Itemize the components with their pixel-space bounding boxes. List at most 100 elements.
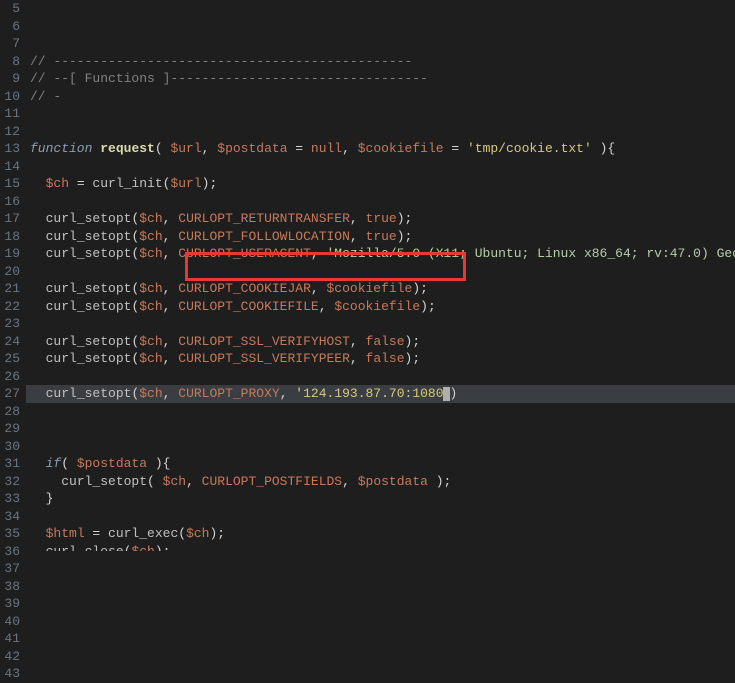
token-punct: , (350, 351, 366, 366)
token-builtin: curl_exec (108, 526, 178, 541)
line-number: 43 (4, 665, 20, 683)
token-punct (30, 351, 46, 366)
code-line[interactable]: $html = curl_exec($ch); (26, 525, 735, 543)
token-punct: ); (428, 474, 451, 489)
code-line[interactable]: if( $postdata ){ (26, 455, 735, 473)
token-keyword: if (46, 456, 62, 471)
token-punct: ( (155, 141, 171, 156)
token-punct: ){ (592, 141, 615, 156)
token-punct (30, 281, 46, 296)
token-punct: ); (209, 526, 225, 541)
token-punct (30, 229, 46, 244)
token-punct: , (350, 211, 366, 226)
token-punct (30, 176, 46, 191)
code-line[interactable]: function request( $url, $postdata = null… (26, 140, 735, 158)
code-line[interactable]: } (26, 490, 735, 508)
line-number: 12 (4, 123, 20, 141)
code-line[interactable]: curl_setopt($ch, CURLOPT_USERAGENT, 'Moz… (26, 245, 735, 263)
code-line[interactable]: curl_setopt( $ch, CURLOPT_POSTFIELDS, $p… (26, 473, 735, 491)
token-punct: ); (420, 299, 436, 314)
token-punct: ); (405, 334, 421, 349)
token-variable: $cookiefile (334, 299, 420, 314)
code-line[interactable] (26, 315, 735, 333)
code-line[interactable]: curl_setopt($ch, CURLOPT_PROXY, '124.193… (26, 385, 735, 403)
token-variable: $postdata (358, 474, 428, 489)
token-constant: CURLOPT_PROXY (178, 386, 279, 401)
token-punct: ); (202, 176, 218, 191)
token-punct: ){ (147, 456, 170, 471)
token-punct (30, 299, 46, 314)
code-line[interactable]: curl_close($ch); (26, 543, 735, 551)
token-punct (30, 211, 46, 226)
code-line[interactable]: curl_setopt($ch, CURLOPT_SSL_VERIFYHOST,… (26, 333, 735, 351)
token-variable: $ch (163, 474, 186, 489)
token-null: true (366, 211, 397, 226)
line-number: 34 (4, 508, 20, 526)
token-null: false (366, 334, 405, 349)
token-variable: $ch (139, 211, 162, 226)
code-line[interactable] (26, 403, 735, 421)
line-number: 20 (4, 263, 20, 281)
code-line[interactable]: curl_setopt($ch, CURLOPT_SSL_VERIFYPEER,… (26, 350, 735, 368)
code-line[interactable] (26, 420, 735, 438)
line-number: 6 (4, 18, 20, 36)
token-punct: , (163, 246, 179, 261)
token-punct: , (186, 474, 202, 489)
code-line[interactable]: curl_setopt($ch, CURLOPT_FOLLOWLOCATION,… (26, 228, 735, 246)
code-line[interactable] (26, 123, 735, 141)
code-line[interactable]: $ch = curl_init($url); (26, 175, 735, 193)
code-editor[interactable]: 5678910111213141516171819202122232425262… (0, 0, 735, 551)
code-line[interactable] (26, 508, 735, 526)
token-punct (30, 456, 46, 471)
code-line[interactable]: curl_setopt($ch, CURLOPT_COOKIEFILE, $co… (26, 298, 735, 316)
token-builtin: curl_setopt (46, 386, 132, 401)
line-number: 37 (4, 560, 20, 578)
line-number: 7 (4, 35, 20, 53)
line-number: 22 (4, 298, 20, 316)
code-line[interactable] (26, 158, 735, 176)
line-number: 26 (4, 368, 20, 386)
line-number: 21 (4, 280, 20, 298)
token-punct: = (85, 526, 108, 541)
code-line[interactable]: curl_setopt($ch, CURLOPT_COOKIEJAR, $coo… (26, 280, 735, 298)
token-variable: $ch (186, 526, 209, 541)
token-constant: CURLOPT_SSL_VERIFYHOST (178, 334, 350, 349)
token-variable: $url (170, 176, 201, 191)
line-number: 33 (4, 490, 20, 508)
token-punct: , (163, 351, 179, 366)
code-line[interactable]: // --[ Functions ]----------------------… (26, 70, 735, 88)
code-line[interactable] (26, 438, 735, 456)
token-punct: ); (412, 281, 428, 296)
token-punct: ); (397, 229, 413, 244)
token-punct: ); (397, 211, 413, 226)
token-variable: $html (46, 526, 85, 541)
line-number: 38 (4, 578, 20, 596)
token-punct: ) (450, 386, 458, 401)
line-number: 14 (4, 158, 20, 176)
line-number: 15 (4, 175, 20, 193)
code-line[interactable] (26, 105, 735, 123)
line-number: 24 (4, 333, 20, 351)
line-number: 27 (4, 385, 20, 403)
code-content[interactable]: // -------------------------------------… (26, 0, 735, 551)
token-string-yellow: 'tmp/cookie.txt' (467, 141, 592, 156)
code-line[interactable] (26, 263, 735, 281)
token-builtin: curl_setopt (61, 474, 147, 489)
token-punct (30, 334, 46, 349)
token-variable: $ch (139, 229, 162, 244)
token-variable: $ch (46, 176, 69, 191)
token-string: 'Mozilla/5.0 (X11; Ubuntu; Linux x86_64;… (327, 246, 735, 261)
token-punct: ( (61, 456, 77, 471)
code-line[interactable]: // - (26, 88, 735, 106)
token-punct: , (319, 299, 335, 314)
token-builtin: curl_setopt (46, 281, 132, 296)
line-number: 5 (4, 0, 20, 18)
token-punct: } (30, 491, 53, 506)
token-builtin: curl_setopt (46, 334, 132, 349)
token-constant: CURLOPT_SSL_VERIFYPEER (178, 351, 350, 366)
code-line[interactable]: curl_setopt($ch, CURLOPT_RETURNTRANSFER,… (26, 210, 735, 228)
line-number: 36 (4, 543, 20, 561)
code-line[interactable] (26, 193, 735, 211)
code-line[interactable] (26, 368, 735, 386)
code-line[interactable]: // -------------------------------------… (26, 53, 735, 71)
